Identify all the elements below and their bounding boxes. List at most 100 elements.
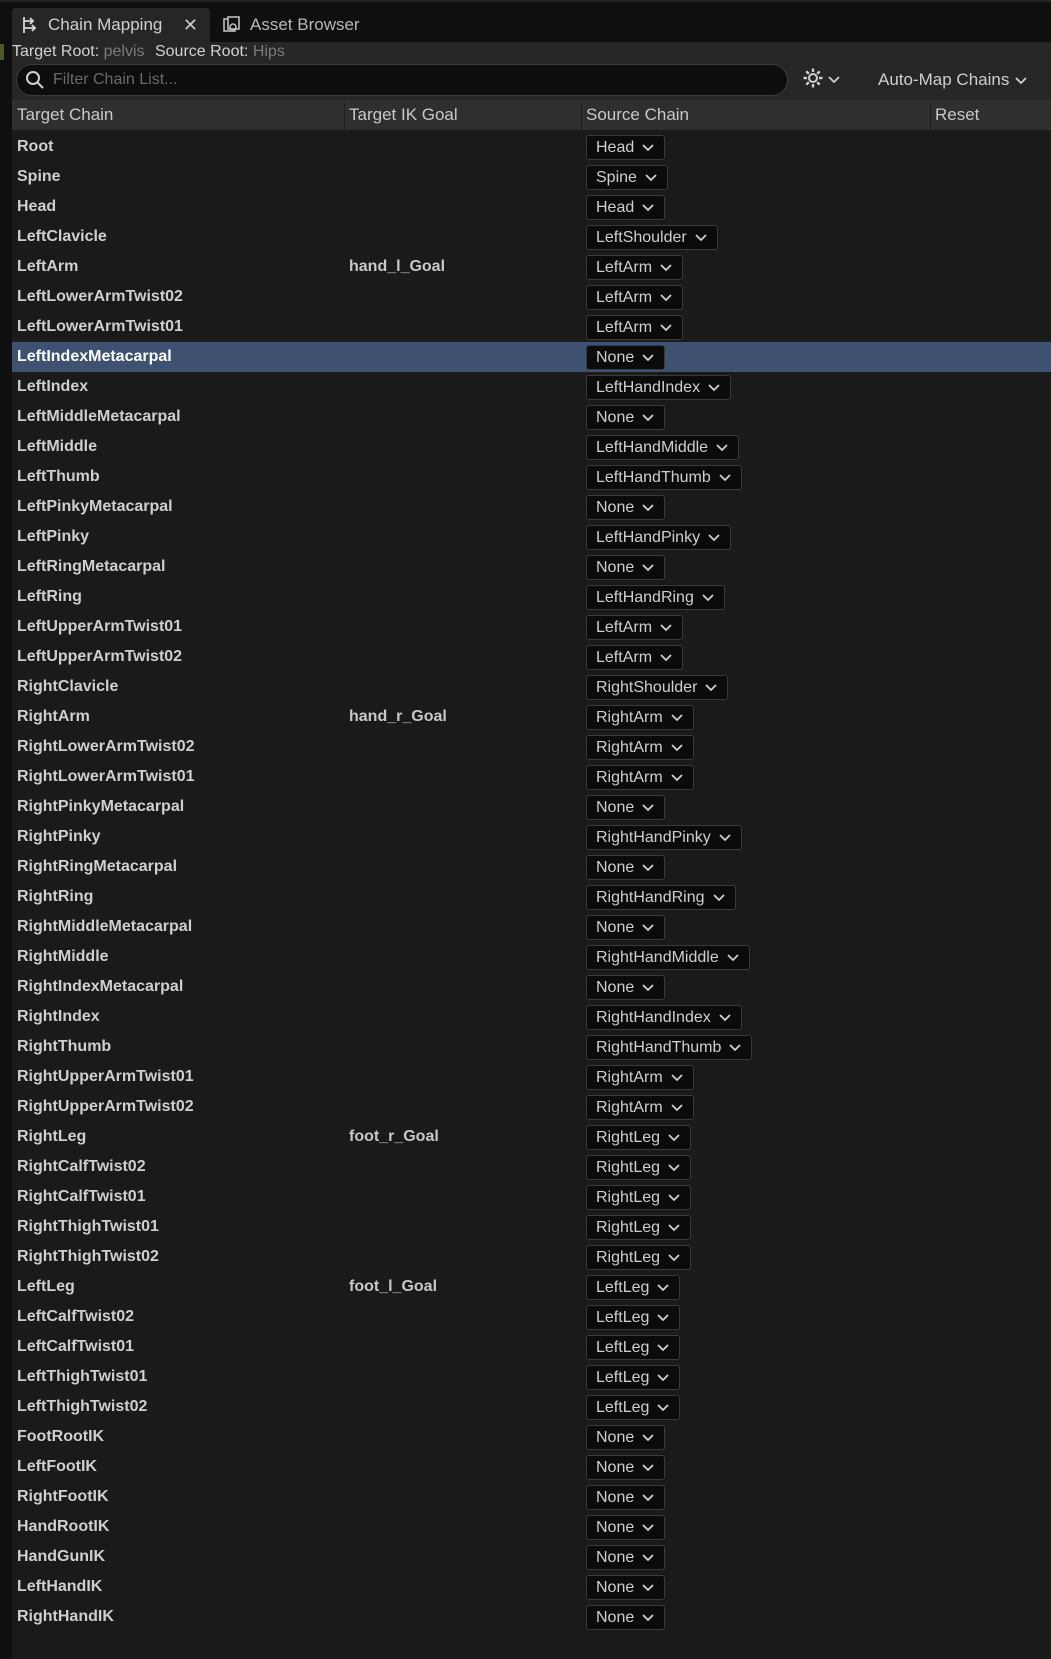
source-chain-dropdown[interactable]: None: [586, 495, 666, 520]
source-chain-dropdown[interactable]: LeftHandIndex: [586, 375, 732, 400]
source-chain-dropdown[interactable]: LeftLeg: [586, 1305, 681, 1330]
table-row[interactable]: RightRing RightHandRing: [12, 882, 1051, 912]
table-row[interactable]: LeftClavicle LeftShoulder: [12, 222, 1051, 252]
settings-button[interactable]: [802, 67, 840, 93]
source-chain-dropdown[interactable]: Head: [586, 135, 666, 160]
source-chain-dropdown[interactable]: None: [586, 555, 666, 580]
source-chain-dropdown[interactable]: Spine: [586, 165, 668, 190]
table-row[interactable]: RightMiddle RightHandMiddle: [12, 942, 1051, 972]
table-row[interactable]: LeftRing LeftHandRing: [12, 582, 1051, 612]
table-row[interactable]: RightCalfTwist01 RightLeg: [12, 1182, 1051, 1212]
source-chain-dropdown[interactable]: RightArm: [586, 735, 694, 760]
table-row[interactable]: RightLeg foot_r_Goal RightLeg: [12, 1122, 1051, 1152]
source-chain-dropdown[interactable]: LeftHandPinky: [586, 525, 732, 550]
filter-chain-input[interactable]: [53, 71, 753, 89]
table-row[interactable]: RightHandIK None: [12, 1602, 1051, 1632]
source-chain-dropdown[interactable]: LeftHandMiddle: [586, 435, 740, 460]
table-row[interactable]: HandGunIK None: [12, 1542, 1051, 1572]
table-row[interactable]: LeftPinkyMetacarpal None: [12, 492, 1051, 522]
source-chain-dropdown[interactable]: LeftLeg: [586, 1275, 681, 1300]
source-chain-dropdown[interactable]: LeftHandThumb: [586, 465, 742, 490]
source-chain-dropdown[interactable]: RightLeg: [586, 1125, 692, 1150]
table-row[interactable]: RightThighTwist01 RightLeg: [12, 1212, 1051, 1242]
table-row[interactable]: LeftThumb LeftHandThumb: [12, 462, 1051, 492]
source-chain-dropdown[interactable]: LeftArm: [586, 285, 684, 310]
table-row[interactable]: LeftIndexMetacarpal None: [12, 342, 1051, 372]
table-row[interactable]: RightThumb RightHandThumb: [12, 1032, 1051, 1062]
source-chain-dropdown[interactable]: None: [586, 795, 666, 820]
table-row[interactable]: RightIndexMetacarpal None: [12, 972, 1051, 1002]
table-row[interactable]: LeftLeg foot_l_Goal LeftLeg: [12, 1272, 1051, 1302]
table-row[interactable]: LeftPinky LeftHandPinky: [12, 522, 1051, 552]
table-row[interactable]: RightMiddleMetacarpal None: [12, 912, 1051, 942]
table-row[interactable]: LeftThighTwist02 LeftLeg: [12, 1392, 1051, 1422]
table-row[interactable]: RightLowerArmTwist02 RightArm: [12, 732, 1051, 762]
table-row[interactable]: LeftRingMetacarpal None: [12, 552, 1051, 582]
table-row[interactable]: LeftIndex LeftHandIndex: [12, 372, 1051, 402]
source-chain-dropdown[interactable]: LeftShoulder: [586, 225, 718, 250]
source-chain-dropdown[interactable]: None: [586, 1605, 666, 1630]
table-row[interactable]: HandRootIK None: [12, 1512, 1051, 1542]
source-chain-dropdown[interactable]: None: [586, 1575, 666, 1600]
tab-chain-mapping[interactable]: Chain Mapping ✕: [12, 8, 210, 42]
table-row[interactable]: Head Head: [12, 192, 1051, 222]
source-chain-dropdown[interactable]: RightHandPinky: [586, 825, 742, 850]
table-row[interactable]: RightRingMetacarpal None: [12, 852, 1051, 882]
source-chain-dropdown[interactable]: LeftArm: [586, 255, 684, 280]
table-row[interactable]: LeftFootIK None: [12, 1452, 1051, 1482]
tab-asset-browser[interactable]: Asset Browser: [214, 8, 384, 42]
table-row[interactable]: LeftUpperArmTwist02 LeftArm: [12, 642, 1051, 672]
table-row[interactable]: LeftMiddle LeftHandMiddle: [12, 432, 1051, 462]
table-row[interactable]: FootRootIK None: [12, 1422, 1051, 1452]
column-header-target-ik-goal[interactable]: Target IK Goal: [344, 100, 458, 130]
close-tab-icon[interactable]: ✕: [183, 15, 198, 36]
table-row[interactable]: RightUpperArmTwist02 RightArm: [12, 1092, 1051, 1122]
table-row[interactable]: LeftThighTwist01 LeftLeg: [12, 1362, 1051, 1392]
source-chain-dropdown[interactable]: RightHandMiddle: [586, 945, 750, 970]
column-header-source-chain[interactable]: Source Chain: [581, 100, 689, 130]
source-chain-dropdown[interactable]: Head: [586, 195, 666, 220]
source-chain-dropdown[interactable]: None: [586, 1485, 666, 1510]
table-row[interactable]: LeftCalfTwist01 LeftLeg: [12, 1332, 1051, 1362]
source-chain-dropdown[interactable]: None: [586, 405, 666, 430]
source-chain-dropdown[interactable]: RightArm: [586, 1065, 694, 1090]
table-row[interactable]: Spine Spine: [12, 162, 1051, 192]
source-chain-dropdown[interactable]: None: [586, 1545, 666, 1570]
table-row[interactable]: RightLowerArmTwist01 RightArm: [12, 762, 1051, 792]
source-chain-dropdown[interactable]: RightLeg: [586, 1215, 692, 1240]
table-row[interactable]: RightCalfTwist02 RightLeg: [12, 1152, 1051, 1182]
source-chain-dropdown[interactable]: RightArm: [586, 1095, 694, 1120]
source-chain-dropdown[interactable]: LeftLeg: [586, 1335, 681, 1360]
source-chain-dropdown[interactable]: None: [586, 1425, 666, 1450]
column-header-target-chain[interactable]: Target Chain: [12, 100, 113, 130]
table-row[interactable]: RightIndex RightHandIndex: [12, 1002, 1051, 1032]
table-row[interactable]: RightClavicle RightShoulder: [12, 672, 1051, 702]
table-row[interactable]: LeftCalfTwist02 LeftLeg: [12, 1302, 1051, 1332]
source-chain-dropdown[interactable]: LeftLeg: [586, 1365, 681, 1390]
source-chain-dropdown[interactable]: LeftArm: [586, 615, 684, 640]
source-chain-dropdown[interactable]: None: [586, 1515, 666, 1540]
table-row[interactable]: RightPinky RightHandPinky: [12, 822, 1051, 852]
table-row[interactable]: LeftMiddleMetacarpal None: [12, 402, 1051, 432]
table-row[interactable]: RightFootIK None: [12, 1482, 1051, 1512]
source-chain-dropdown[interactable]: None: [586, 1455, 666, 1480]
source-chain-dropdown[interactable]: RightLeg: [586, 1155, 692, 1180]
table-row[interactable]: LeftArm hand_l_Goal LeftArm: [12, 252, 1051, 282]
source-chain-dropdown[interactable]: None: [586, 345, 666, 370]
auto-map-chains-button[interactable]: Auto-Map Chains: [878, 67, 1027, 93]
source-chain-dropdown[interactable]: None: [586, 915, 666, 940]
column-header-reset[interactable]: Reset: [930, 100, 979, 130]
table-row[interactable]: RightPinkyMetacarpal None: [12, 792, 1051, 822]
table-row[interactable]: Root Head: [12, 132, 1051, 162]
source-chain-dropdown[interactable]: LeftHandRing: [586, 585, 725, 610]
source-chain-dropdown[interactable]: None: [586, 975, 666, 1000]
source-chain-dropdown[interactable]: RightHandThumb: [586, 1035, 753, 1060]
source-chain-dropdown[interactable]: LeftLeg: [586, 1395, 681, 1420]
table-row[interactable]: LeftHandIK None: [12, 1572, 1051, 1602]
source-chain-dropdown[interactable]: RightShoulder: [586, 675, 729, 700]
source-chain-dropdown[interactable]: RightArm: [586, 705, 694, 730]
table-row[interactable]: RightThighTwist02 RightLeg: [12, 1242, 1051, 1272]
source-chain-dropdown[interactable]: None: [586, 855, 666, 880]
table-row[interactable]: RightUpperArmTwist01 RightArm: [12, 1062, 1051, 1092]
source-chain-dropdown[interactable]: RightHandRing: [586, 885, 736, 910]
